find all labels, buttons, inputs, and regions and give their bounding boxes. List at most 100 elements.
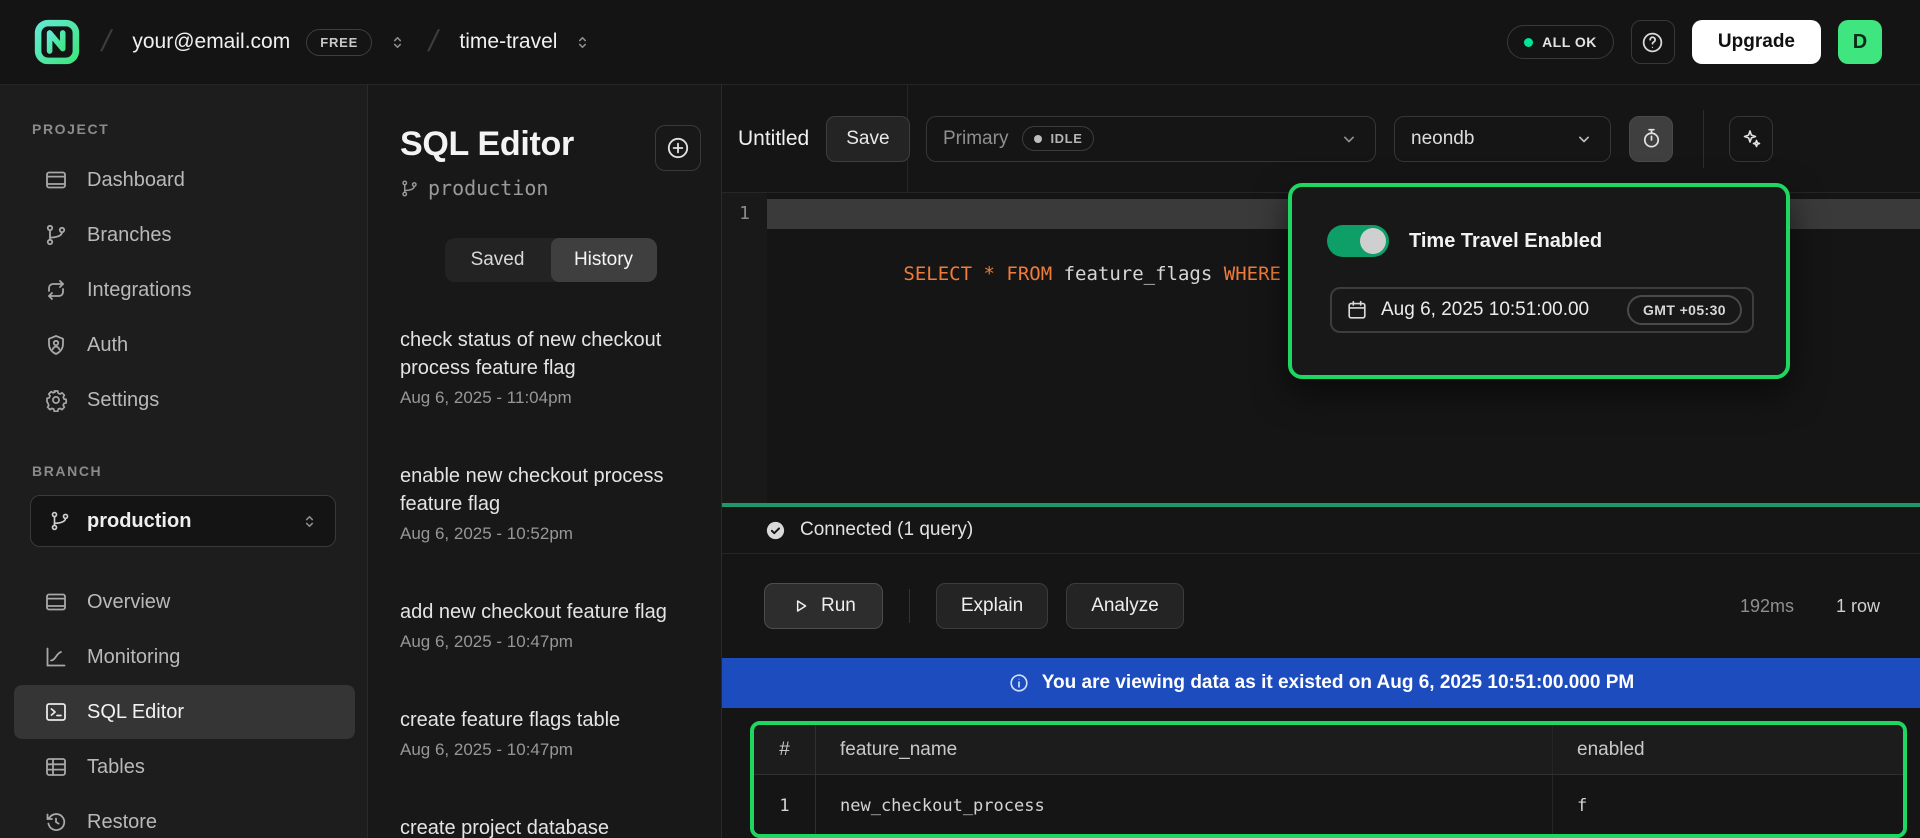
sidebar-item-icon <box>44 755 68 779</box>
database-name: neondb <box>1411 128 1474 150</box>
neon-logo-icon[interactable] <box>34 19 80 65</box>
upgrade-button[interactable]: Upgrade <box>1692 20 1821 64</box>
sidebar-item[interactable]: Monitoring <box>14 630 355 684</box>
compute-name: Primary <box>943 128 1008 150</box>
time-travel-popup: Time Travel Enabled Aug 6, 2025 10:51:00… <box>1288 183 1790 379</box>
account-email[interactable]: your@email.com <box>132 30 290 54</box>
calendar-icon <box>1346 299 1368 321</box>
history-item-title: create project database <box>400 814 701 838</box>
tab-saved[interactable]: Saved <box>445 238 551 282</box>
analyze-button[interactable]: Analyze <box>1066 583 1184 629</box>
stopwatch-icon <box>1640 127 1663 150</box>
history-list-item[interactable]: create feature flags table Aug 6, 2025 -… <box>400 706 701 760</box>
history-list-item[interactable]: check status of new checkout process fea… <box>400 326 701 408</box>
explain-button[interactable]: Explain <box>936 583 1048 629</box>
timezone-badge: GMT +05:30 <box>1627 295 1742 325</box>
tab-history[interactable]: History <box>551 238 657 282</box>
project-section-label: PROJECT <box>32 121 367 137</box>
avatar[interactable]: D <box>1838 20 1882 64</box>
time-travel-datetime-field[interactable]: Aug 6, 2025 10:51:00.00 GMT +05:30 <box>1330 287 1754 333</box>
compute-status-badge: IDLE <box>1022 126 1094 151</box>
sidebar-item[interactable]: Settings <box>14 373 355 427</box>
history-list-item[interactable]: enable new checkout process feature flag… <box>400 462 701 544</box>
sidebar-item-label: Monitoring <box>87 646 180 669</box>
column-header: enabled <box>1553 725 1903 774</box>
sidebar-item-label: Overview <box>87 591 170 614</box>
sidebar-item[interactable]: Branches <box>14 208 355 262</box>
table-row[interactable]: 1new_checkout_processf <box>754 775 1903 837</box>
run-button[interactable]: Run <box>764 583 883 629</box>
top-bar: / your@email.com FREE / time-travel ALL … <box>0 0 1920 85</box>
sidebar-item-icon <box>44 333 68 357</box>
toggle-knob <box>1360 228 1386 254</box>
help-circle-icon <box>1640 30 1665 55</box>
sidebar-item-label: Branches <box>87 224 172 247</box>
sidebar-item-icon <box>44 590 68 614</box>
results-header-row: #feature_nameenabled <box>754 725 1903 775</box>
play-icon <box>791 596 811 616</box>
database-selector[interactable]: neondb <box>1394 116 1611 162</box>
actions-divider <box>909 589 910 623</box>
compute-selector[interactable]: Primary IDLE <box>926 116 1376 162</box>
sidebar-item-label: Restore <box>87 811 157 834</box>
panel-branch: production <box>400 176 574 200</box>
status-badge[interactable]: ALL OK <box>1507 25 1614 59</box>
branch-nav: Overview Monitoring SQL Editor Tables Re… <box>0 575 367 838</box>
sidebar: PROJECT Dashboard Branches Integrations … <box>0 85 368 838</box>
new-query-button[interactable] <box>655 125 701 171</box>
query-actions-bar: Run Explain Analyze 192ms 1 row <box>722 554 1920 658</box>
ai-assist-button[interactable] <box>1729 116 1773 162</box>
sidebar-item[interactable]: Tables <box>14 740 355 794</box>
help-button[interactable] <box>1631 20 1675 64</box>
sidebar-item-label: Dashboard <box>87 169 185 192</box>
history-item-title: add new checkout feature flag <box>400 598 701 626</box>
code-token: WHERE <box>1224 263 1281 285</box>
history-list-item[interactable]: create project database Aug 6, 2025 - 10… <box>400 814 701 838</box>
table-cell: f <box>1553 775 1903 837</box>
sparkles-icon <box>1739 127 1763 151</box>
banner-text: You are viewing data as it existed on Au… <box>1042 672 1634 694</box>
line-number-gutter: 1 <box>722 193 767 503</box>
plan-badge: FREE <box>306 29 372 56</box>
code-token <box>995 263 1006 285</box>
project-switcher-chevron-icon[interactable] <box>573 33 592 52</box>
sidebar-item[interactable]: Restore <box>14 795 355 838</box>
sidebar-item-label: Integrations <box>87 279 192 302</box>
results-table: #feature_nameenabled 1new_checkout_proce… <box>750 721 1907 838</box>
time-travel-toggle-label: Time Travel Enabled <box>1409 230 1602 253</box>
compute-status-label: IDLE <box>1050 131 1082 146</box>
sidebar-item[interactable]: Auth <box>14 318 355 372</box>
sidebar-item[interactable]: SQL Editor <box>14 685 355 739</box>
git-branch-icon <box>400 179 419 198</box>
status-label: ALL OK <box>1542 34 1597 50</box>
history-list-item[interactable]: add new checkout feature flag Aug 6, 202… <box>400 598 701 652</box>
breadcrumb: / your@email.com FREE / time-travel <box>34 19 592 65</box>
results-body: 1new_checkout_processf <box>754 775 1903 837</box>
history-item-timestamp: Aug 6, 2025 - 11:04pm <box>400 388 701 408</box>
panel-branch-label: production <box>428 176 548 200</box>
sidebar-item-icon <box>44 223 68 247</box>
sidebar-item[interactable]: Dashboard <box>14 153 355 207</box>
time-travel-button[interactable] <box>1629 116 1673 162</box>
project-name[interactable]: time-travel <box>459 30 557 54</box>
sidebar-item-icon <box>44 645 68 669</box>
connection-status-bar: Connected (1 query) <box>722 507 1920 554</box>
sidebar-item[interactable]: Overview <box>14 575 355 629</box>
branch-selector[interactable]: production <box>30 495 336 547</box>
time-travel-toggle[interactable] <box>1327 225 1389 257</box>
save-button[interactable]: Save <box>826 116 909 162</box>
idle-dot-icon <box>1034 135 1042 143</box>
toolbar-divider <box>1703 110 1704 168</box>
query-tab[interactable]: Untitled Save <box>722 85 908 192</box>
query-editor-pane: Untitled Save Primary IDLE neondb <box>722 85 1920 838</box>
run-button-label: Run <box>821 595 856 617</box>
time-travel-datetime-value: Aug 6, 2025 10:51:00.00 <box>1381 299 1589 321</box>
column-header: feature_name <box>816 725 1553 774</box>
check-circle-icon <box>764 519 787 542</box>
history-item-title: enable new checkout process feature flag <box>400 462 701 518</box>
line-number: 1 <box>722 199 767 229</box>
code-token <box>972 263 983 285</box>
sidebar-item[interactable]: Integrations <box>14 263 355 317</box>
account-switcher-chevron-icon[interactable] <box>388 33 407 52</box>
code-token: feature_flags <box>1052 263 1224 285</box>
